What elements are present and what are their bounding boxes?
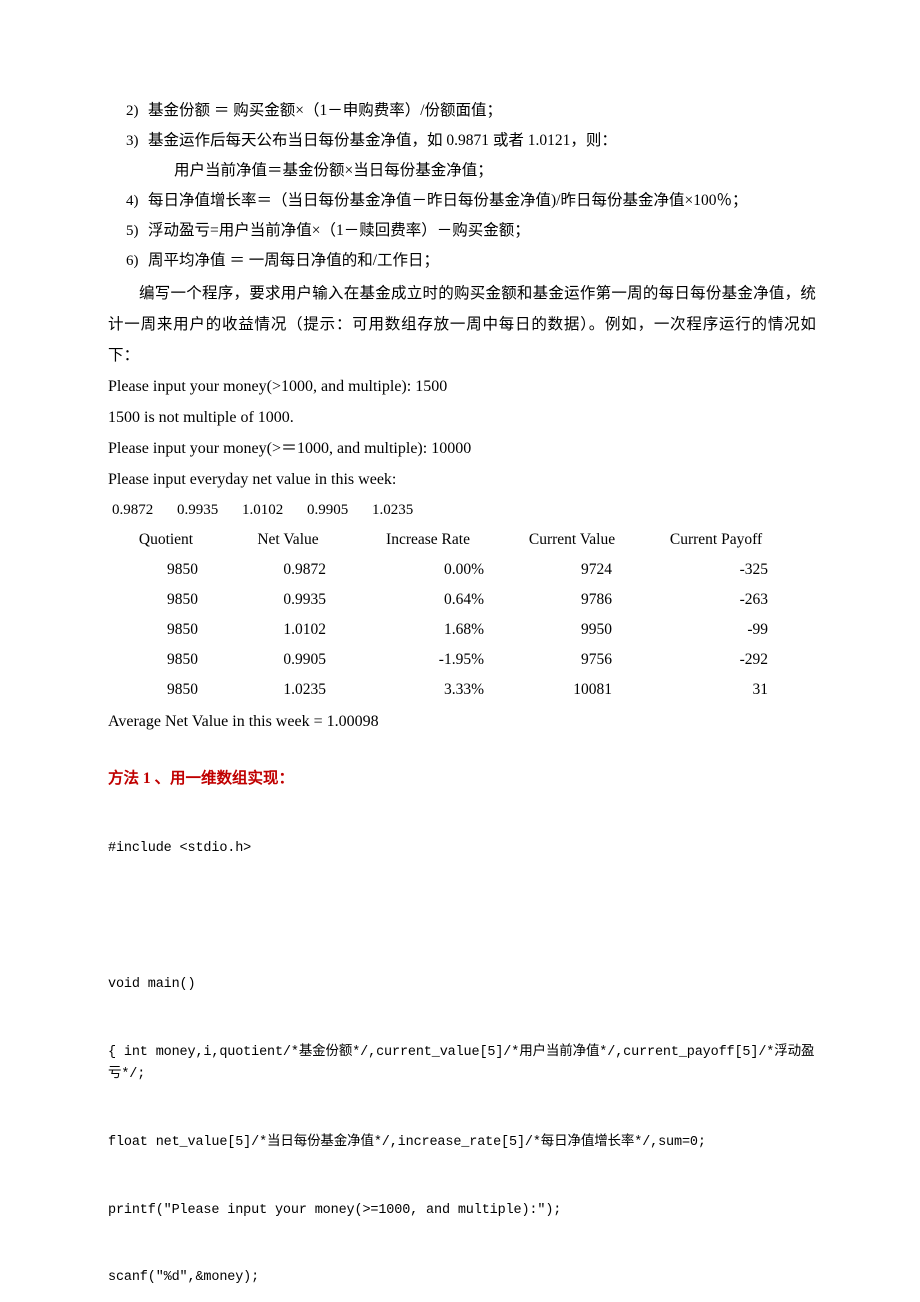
formula-item-3: 3) 基金运作后每天公布当日每份基金净值，如 0.9871 或者 1.0121，… xyxy=(108,126,816,156)
console-transcript: Please input your money(>1000, and multi… xyxy=(108,371,816,495)
formula-number: 4) xyxy=(126,193,139,209)
console-line: Please input your money(>1000, and multi… xyxy=(108,378,448,395)
cell-quotient: 9850 xyxy=(167,621,198,638)
cell-quotient: 9850 xyxy=(167,681,198,698)
cell-increase-rate: -1.95% xyxy=(438,651,484,668)
console-line: 1500 is not multiple of 1000. xyxy=(108,409,294,426)
results-table: Quotient Net Value Increase Rate Current… xyxy=(110,525,790,705)
formula-text: 周平均净值 ＝ 一周每日净值的和/工作日； xyxy=(148,252,440,269)
cell-current-value: 9724 xyxy=(581,561,612,578)
cell-net-value: 1.0235 xyxy=(283,681,326,698)
code-line: scanf("%d",&money); xyxy=(108,1270,260,1286)
column-header-current-value: Current Value xyxy=(528,531,616,548)
cell-current-payoff: 31 xyxy=(752,681,769,698)
table-row: 9850 0.9905 -1.95% 9756 -292 xyxy=(110,645,790,675)
cell-current-payoff: -263 xyxy=(739,591,768,608)
source-code-listing: #include <stdio.h> void main() { int mon… xyxy=(108,793,816,1302)
cell-net-value: 1.0102 xyxy=(283,621,326,638)
net-value: 0.9935 xyxy=(177,502,219,518)
document-page: 2) 基金份额 ＝ 购买金额×（1－申购费率）/份额面值； 3) 基金运作后每天… xyxy=(0,0,920,1302)
problem-description-paragraph: 编写一个程序，要求用户输入在基金成立时的购买金额和基金运作第一周的每日每份基金净… xyxy=(108,285,816,364)
formula-sub-line: 用户当前净值＝基金份额×当日每份基金净值； xyxy=(174,162,493,179)
cell-net-value: 0.9905 xyxy=(283,651,326,668)
formula-number: 6) xyxy=(126,253,139,269)
formula-item-4: 4) 每日净值增长率＝（当日每份基金净值－昨日每份基金净值)/昨日每份基金净值×… xyxy=(108,186,816,216)
cell-current-value: 9950 xyxy=(581,621,612,638)
cell-increase-rate: 3.33% xyxy=(443,681,484,698)
cell-current-value: 9756 xyxy=(581,651,612,668)
average-net-value-summary: Average Net Value in this week = 1.00098 xyxy=(108,713,379,730)
cell-net-value: 0.9872 xyxy=(283,561,326,578)
column-header-net-value: Net Value xyxy=(257,531,319,548)
console-line: Please input everyday net value in this … xyxy=(108,471,397,488)
formula-text: 浮动盈亏=用户当前净值×（1－赎回费率）－购买金额； xyxy=(148,222,530,239)
net-value: 1.0102 xyxy=(242,502,284,518)
cell-current-payoff: -325 xyxy=(739,561,768,578)
formula-number: 2) xyxy=(126,103,139,119)
table-row: 9850 0.9872 0.00% 9724 -325 xyxy=(110,555,790,585)
table-header-row: Quotient Net Value Increase Rate Current… xyxy=(110,525,790,555)
net-value: 0.9872 xyxy=(112,502,154,518)
column-header-quotient: Quotient xyxy=(138,531,194,548)
cell-quotient: 9850 xyxy=(167,561,198,578)
formula-text: 每日净值增长率＝（当日每份基金净值－昨日每份基金净值)/昨日每份基金净值×100… xyxy=(148,192,748,209)
formula-number: 3) xyxy=(126,133,139,149)
table-row: 9850 1.0102 1.68% 9950 -99 xyxy=(110,615,790,645)
table-row: 9850 0.9935 0.64% 9786 -263 xyxy=(110,585,790,615)
column-header-current-payoff: Current Payoff xyxy=(669,531,763,548)
formula-list: 2) 基金份额 ＝ 购买金额×（1－申购费率）/份额面值； 3) 基金运作后每天… xyxy=(108,96,816,276)
code-line: { int money,i,quotient/*基金份额*/,current_v… xyxy=(108,1044,815,1083)
section-heading-method-1: 方法 1 、用一维数组实现： xyxy=(108,770,295,787)
cell-current-payoff: -99 xyxy=(747,621,768,638)
formula-number: 5) xyxy=(126,223,139,239)
cell-net-value: 0.9935 xyxy=(283,591,326,608)
net-value-input-row: 0.9872 0.9935 1.0102 0.9905 1.0235 xyxy=(108,495,816,525)
cell-current-value: 9786 xyxy=(581,591,612,608)
formula-item-2: 2) 基金份额 ＝ 购买金额×（1－申购费率）/份额面值； xyxy=(108,96,816,126)
cell-current-value: 10081 xyxy=(573,681,612,698)
cell-increase-rate: 0.00% xyxy=(443,561,484,578)
console-line: Please input your money(>＝1000, and mult… xyxy=(108,440,472,457)
code-line: #include <stdio.h> xyxy=(108,841,252,857)
formula-item-5: 5) 浮动盈亏=用户当前净值×（1－赎回费率）－购买金额； xyxy=(108,216,816,246)
net-value: 0.9905 xyxy=(307,502,349,518)
code-line: void main() xyxy=(108,976,196,992)
cell-quotient: 9850 xyxy=(167,651,198,668)
column-header-increase-rate: Increase Rate xyxy=(386,531,470,548)
net-value: 1.0235 xyxy=(372,502,414,518)
formula-text: 基金运作后每天公布当日每份基金净值，如 0.9871 或者 1.0121，则： xyxy=(148,132,617,149)
code-line: float net_value[5]/*当日每份基金净值*/,increase_… xyxy=(108,1134,706,1150)
cell-increase-rate: 0.64% xyxy=(443,591,484,608)
code-line: printf("Please input your money(>=1000, … xyxy=(108,1202,562,1218)
cell-current-payoff: -292 xyxy=(739,651,768,668)
table-row: 9850 1.0235 3.33% 10081 31 xyxy=(110,675,790,705)
formula-text: 基金份额 ＝ 购买金额×（1－申购费率）/份额面值； xyxy=(148,102,503,119)
cell-quotient: 9850 xyxy=(167,591,198,608)
formula-item-6: 6) 周平均净值 ＝ 一周每日净值的和/工作日； xyxy=(108,246,816,276)
cell-increase-rate: 1.68% xyxy=(443,621,484,638)
